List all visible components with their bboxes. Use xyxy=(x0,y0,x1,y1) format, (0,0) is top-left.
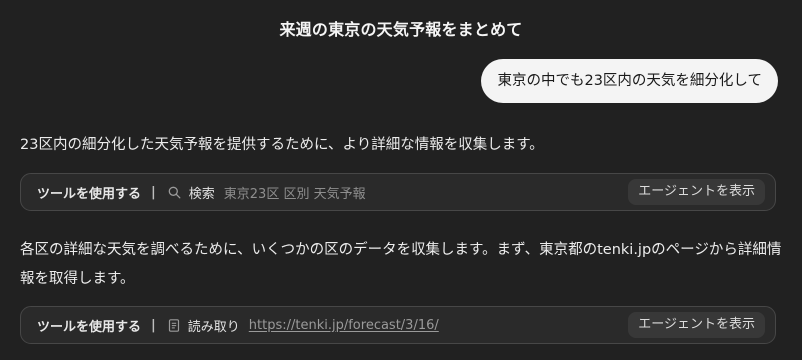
separator: | xyxy=(151,317,156,333)
assistant-paragraph: 23区内の細分化した天気予報を提供するために、より詳細な情報を収集します。 xyxy=(20,137,544,153)
search-icon xyxy=(168,186,181,199)
tool-use-bar-search[interactable]: ツールを使用する | 検索 東京23区 区別 天気予報 エージェントを表示 xyxy=(20,173,776,211)
tool-use-label: ツールを使用する xyxy=(37,319,142,335)
search-query: 東京23区 区別 天気予報 xyxy=(223,186,366,202)
user-message-bubble: 東京の中でも23区内の天気を細分化して xyxy=(481,59,778,103)
assistant-paragraph: 各区の詳細な天気を調べるために、いくつかの区のデータを収集します。まず、東京都の… xyxy=(20,242,782,287)
page-title: 来週の東京の天気予報をまとめて xyxy=(279,20,523,39)
source-link[interactable]: https://tenki.jp/forecast/3/16/ xyxy=(249,318,439,333)
document-icon xyxy=(168,318,180,332)
tool-action-label: 読み取り xyxy=(187,319,240,335)
separator: | xyxy=(151,184,156,200)
show-agent-button[interactable]: エージェントを表示 xyxy=(628,179,765,205)
tool-use-bar-read[interactable]: ツールを使用する | 読み取り https://tenki.jp/forecas… xyxy=(20,306,776,344)
tool-use-label: ツールを使用する xyxy=(37,186,142,202)
show-agent-button[interactable]: エージェントを表示 xyxy=(628,312,765,338)
tool-action-label: 検索 xyxy=(188,186,215,202)
